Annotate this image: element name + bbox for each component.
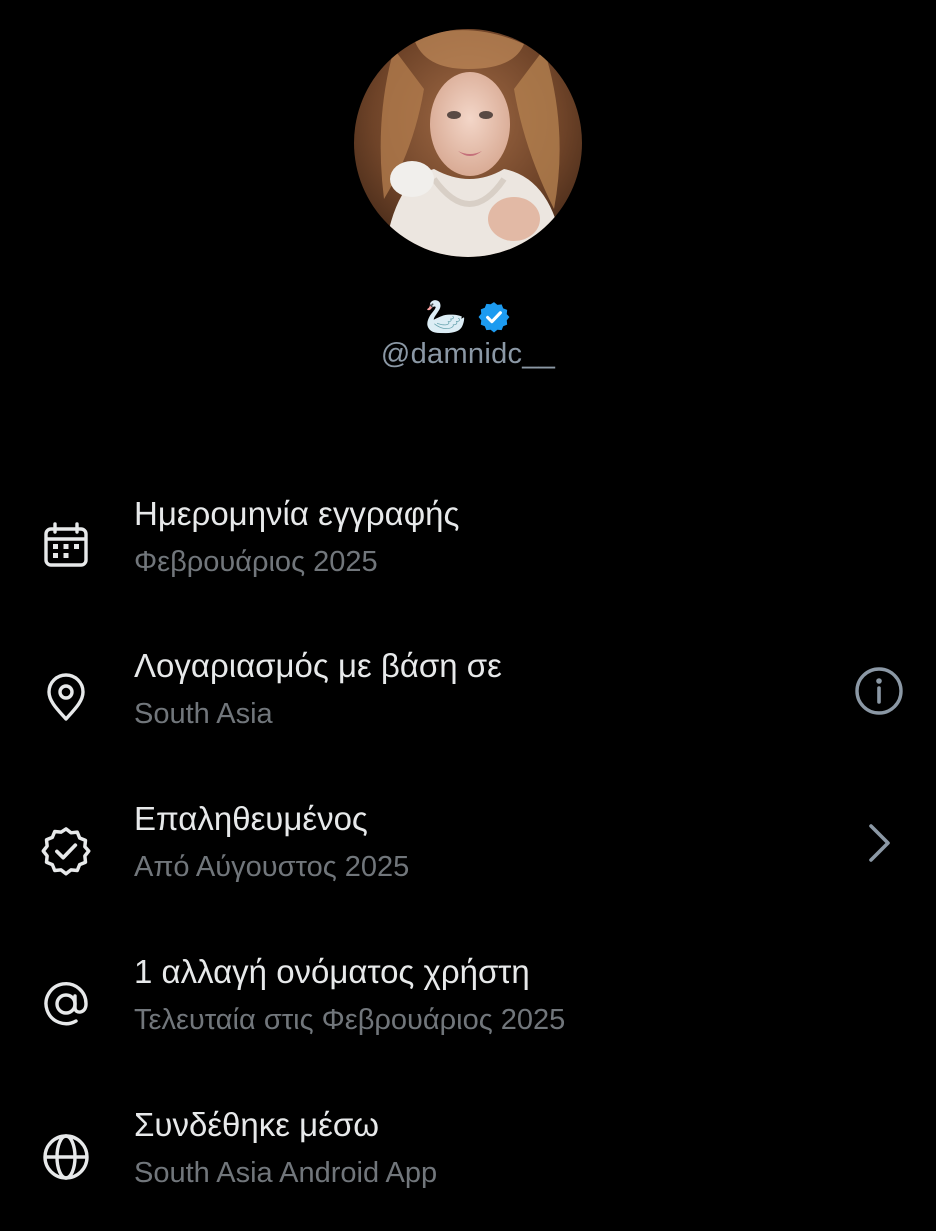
verified-badge-icon[interactable] (477, 300, 511, 334)
detail-title: Ημερομηνία εγγραφής (134, 495, 460, 532)
detail-subtitle: Από Αύγουστος 2025 (134, 851, 410, 883)
profile-handle: @damnidc__ (380, 338, 556, 370)
chevron-right-icon[interactable] (862, 821, 896, 865)
detail-row-location: Λογαριασμός με βάση σε South Asia (0, 647, 936, 772)
calendar-icon (40, 520, 92, 572)
detail-title: Επαληθευμένος (134, 800, 368, 837)
detail-row-join-date: Ημερομηνία εγγραφής Φεβρουάριος 2025 (0, 495, 936, 620)
verified-badge-icon (40, 825, 92, 877)
display-name-row: 🦢 (0, 296, 936, 338)
at-sign-icon (40, 978, 92, 1030)
profile-avatar[interactable] (354, 29, 582, 257)
info-icon[interactable] (854, 666, 904, 716)
location-pin-icon (40, 672, 92, 724)
detail-subtitle: South Asia Android App (134, 1157, 438, 1189)
detail-title: Λογαριασμός με βάση σε (134, 647, 502, 684)
detail-subtitle: Φεβρουάριος 2025 (134, 546, 378, 578)
detail-row-verified[interactable]: Επαληθευμένος Από Αύγουστος 2025 (0, 800, 936, 925)
detail-title: 1 αλλαγή ονόματος χρήστη (134, 953, 530, 990)
detail-subtitle: South Asia (134, 698, 273, 730)
globe-icon (40, 1131, 92, 1183)
detail-subtitle: Τελευταία στις Φεβρουάριος 2025 (134, 1004, 566, 1036)
display-name-emoji: 🦢 (424, 298, 468, 336)
detail-title: Συνδέθηκε μέσω (134, 1106, 379, 1143)
detail-row-username-changes: 1 αλλαγή ονόματος χρήστη Τελευταία στις … (0, 953, 936, 1078)
detail-row-connected-via: Συνδέθηκε μέσω South Asia Android App (0, 1106, 936, 1231)
